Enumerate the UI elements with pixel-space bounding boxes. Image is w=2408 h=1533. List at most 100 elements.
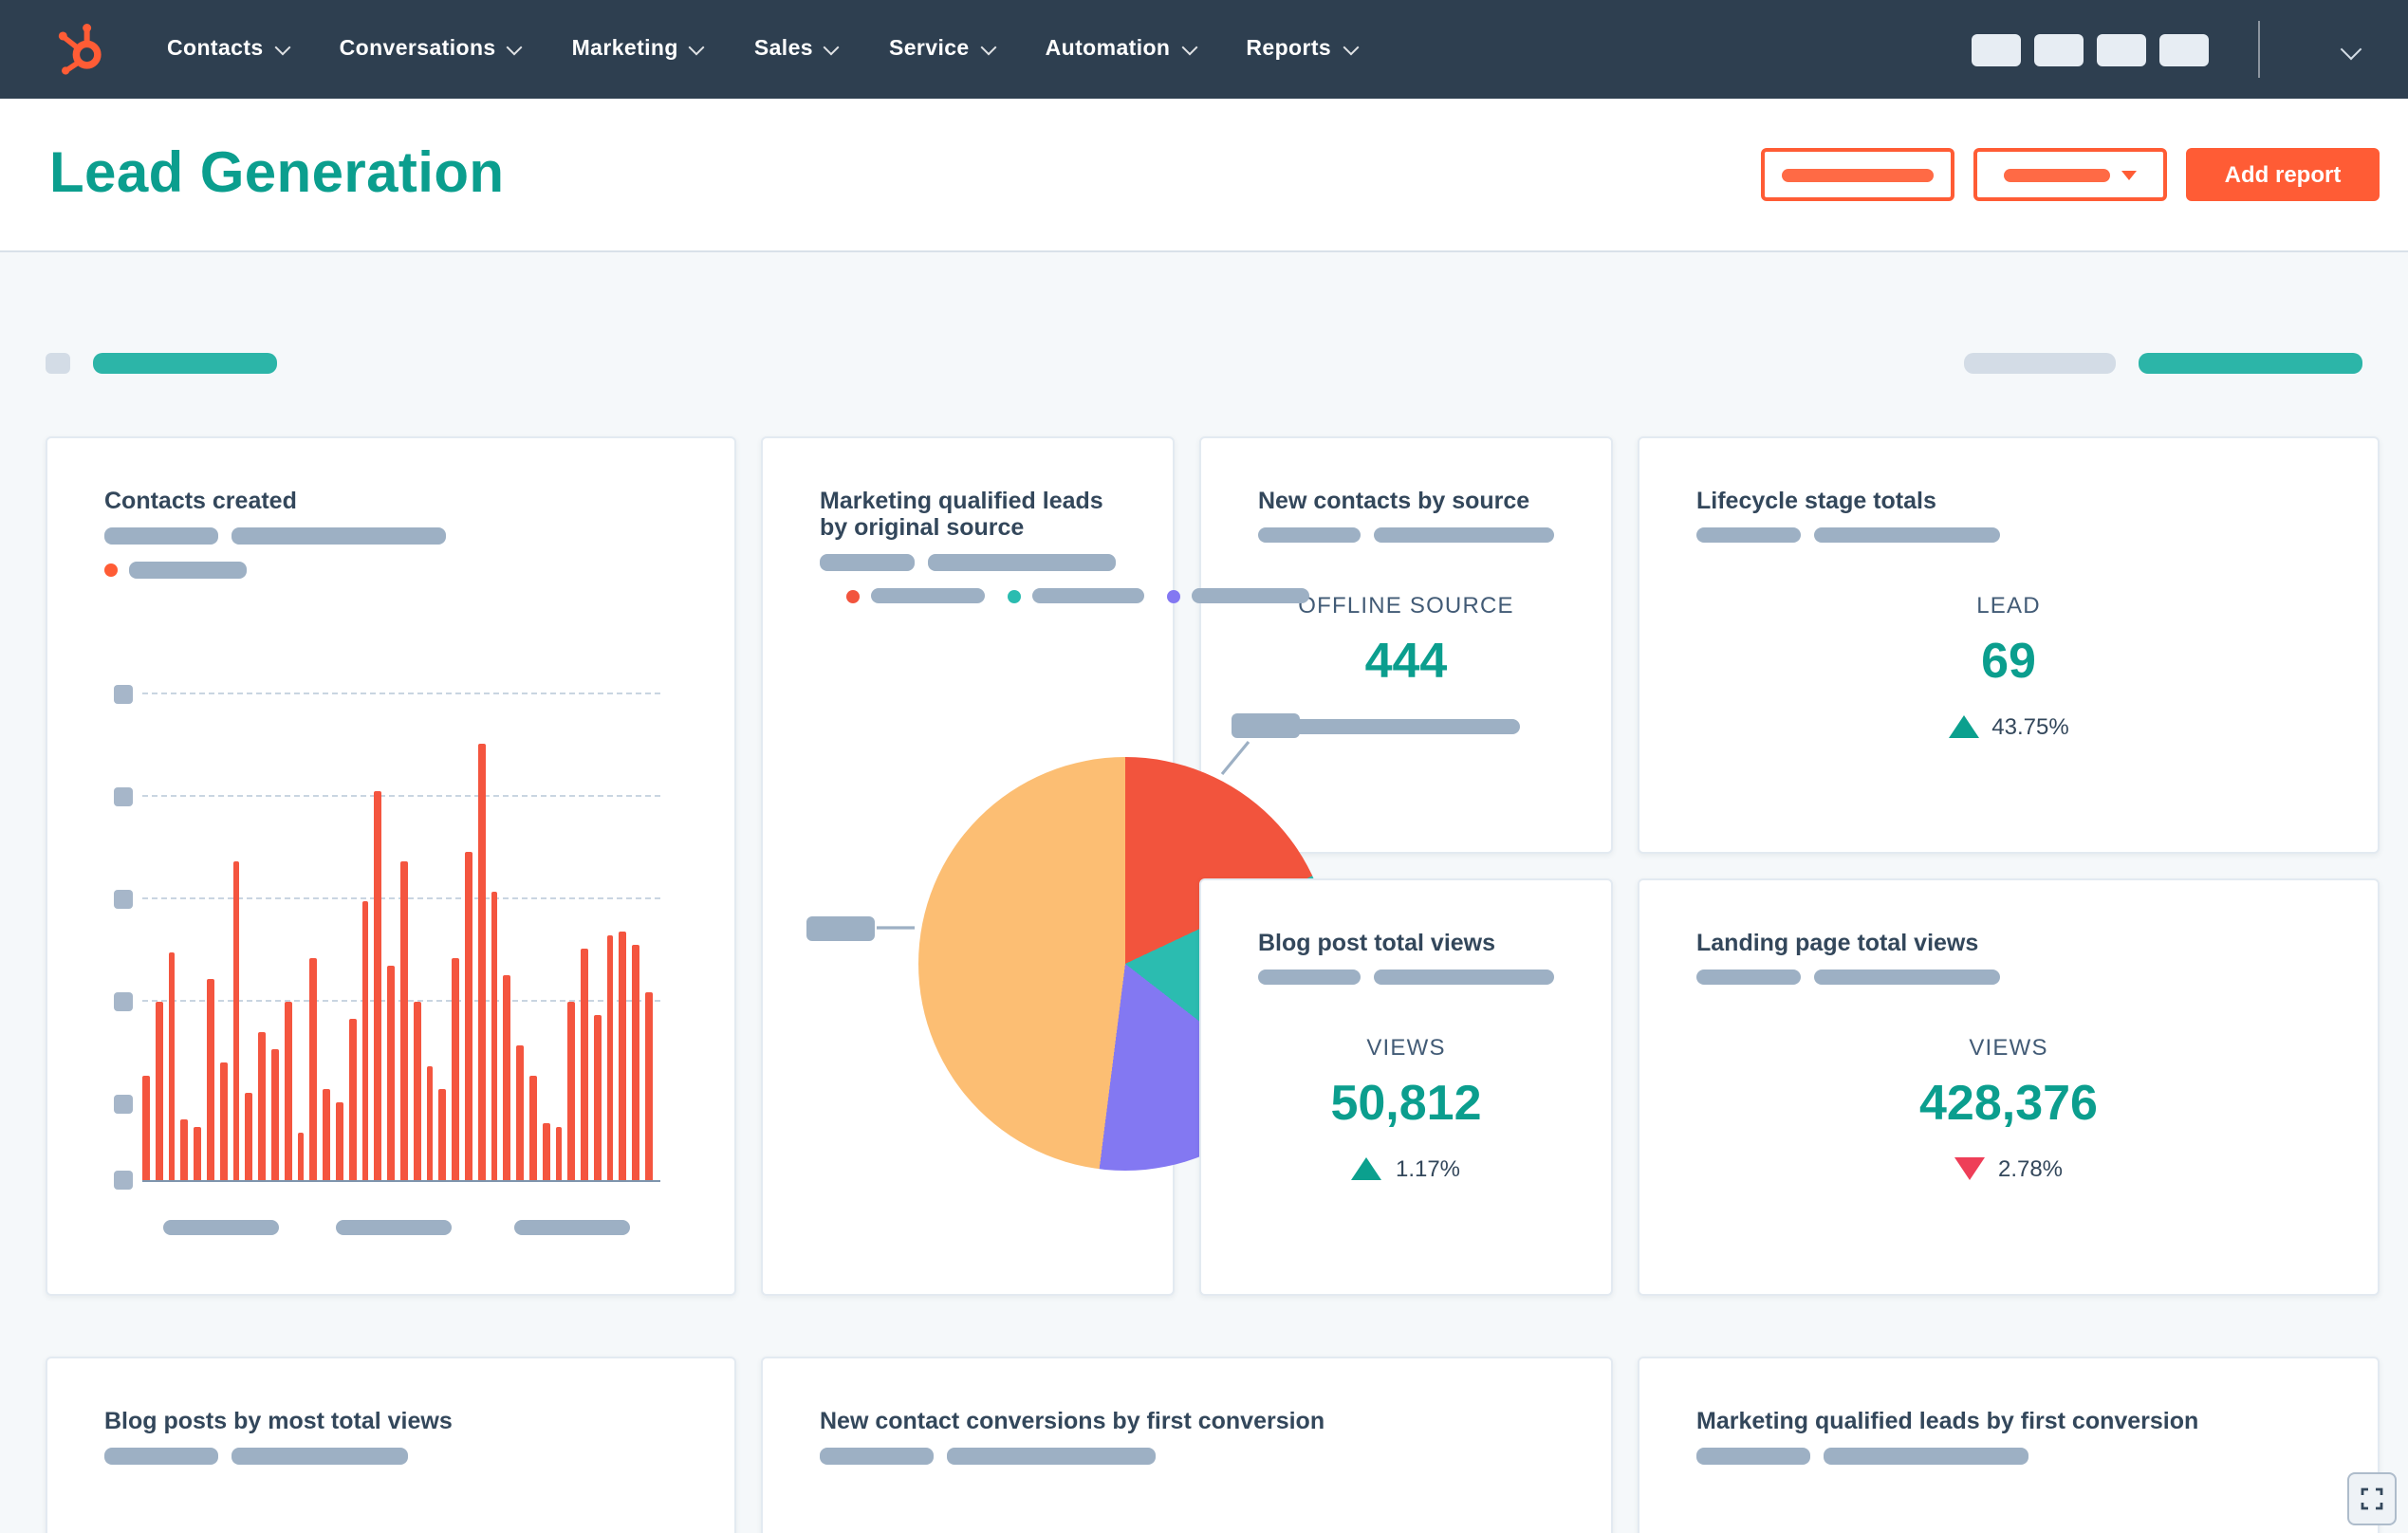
nav-item-reports[interactable]: Reports <box>1246 38 1359 61</box>
screen-capture-icon[interactable] <box>2347 1472 2397 1525</box>
delta-up-icon <box>1948 714 1979 737</box>
page-title: Lead Generation <box>49 142 505 205</box>
bar <box>194 1127 201 1180</box>
metric-body: LEAD 69 43.75% <box>1696 592 2321 739</box>
y-axis-label-placeholder <box>114 992 133 1011</box>
bar <box>645 992 653 1180</box>
bar <box>361 901 369 1180</box>
card-mql-by-original-source: Marketing qualified leads by original so… <box>761 436 1444 1296</box>
filter-icon-placeholder <box>46 353 70 374</box>
pie-callout-placeholder <box>806 916 875 941</box>
nav-icon-placeholder[interactable] <box>1972 33 2021 65</box>
nav-icon-placeholder[interactable] <box>2097 33 2146 65</box>
subtitle-placeholder <box>1824 1448 2028 1465</box>
nav-item-label: Automation <box>1045 38 1171 61</box>
card-title: Marketing qualified leads by original so… <box>820 488 1103 541</box>
bar <box>180 1119 189 1180</box>
legend-placeholder <box>1192 588 1309 603</box>
x-axis-label-placeholder <box>163 1220 279 1235</box>
bar <box>206 979 214 1180</box>
contacts-created-bars <box>142 744 660 1180</box>
bar <box>477 744 486 1180</box>
subtitle-placeholder <box>1814 527 2000 543</box>
bar <box>374 791 382 1180</box>
dashboard-actions-dropdown[interactable] <box>1973 148 2167 201</box>
nav-icon-placeholder[interactable] <box>2159 33 2209 65</box>
metric-body: VIEWS 50,812 1.17% <box>1258 1034 1554 1181</box>
legend-placeholder <box>820 554 916 571</box>
nav-item-label: Reports <box>1246 38 1332 61</box>
card-new-contacts-by-source: New contacts by source OFFLINE SOURCE 44… <box>1199 436 1613 854</box>
delta-value: 1.17% <box>1395 1154 1461 1181</box>
x-axis-label-placeholder <box>514 1220 630 1235</box>
nav-item-contacts[interactable]: Contacts <box>167 38 291 61</box>
nav-item-automation[interactable]: Automation <box>1045 38 1197 61</box>
nav-item-conversations[interactable]: Conversations <box>340 38 524 61</box>
bar <box>309 958 318 1180</box>
delta-value: 43.75% <box>1991 712 2069 739</box>
bar <box>323 1089 330 1180</box>
caret-down-icon <box>2121 170 2137 179</box>
dashboard-content: Contacts created New contacts by source … <box>0 353 2408 1533</box>
bar <box>464 852 472 1180</box>
nav-icon-placeholder[interactable] <box>2034 33 2084 65</box>
bar <box>284 1002 292 1180</box>
bar <box>606 935 614 1180</box>
nav-item-sales[interactable]: Sales <box>754 38 841 61</box>
legend-row <box>846 588 1309 603</box>
chevron-down-icon <box>980 38 997 55</box>
account-chevron-down-icon[interactable] <box>2340 38 2362 61</box>
legend-dot-icon <box>846 589 860 602</box>
x-axis-line <box>142 1180 660 1182</box>
bar <box>270 1049 279 1180</box>
subtitle-placeholder-row <box>104 1448 677 1465</box>
subtitle-placeholder <box>1814 970 2000 985</box>
legend-dot-icon <box>1008 589 1021 602</box>
delta-value: 2.78% <box>1997 1154 2064 1181</box>
chevron-down-icon <box>507 38 524 55</box>
bar <box>142 1076 150 1180</box>
nav-item-marketing[interactable]: Marketing <box>572 38 706 61</box>
nav-utilities <box>1958 21 2378 78</box>
legend-placeholder <box>871 588 985 603</box>
subtitle-placeholder <box>1696 1448 1810 1465</box>
bar <box>555 1127 563 1180</box>
chevron-down-icon <box>1180 38 1197 55</box>
add-report-button[interactable]: Add report <box>2186 148 2380 201</box>
dashboard-filter-button[interactable] <box>1761 148 1954 201</box>
bar <box>503 975 511 1180</box>
dashboard-filter-row <box>46 353 2362 374</box>
bar <box>232 861 240 1180</box>
dashboard-scope-filter[interactable] <box>1964 353 2362 374</box>
subtitle-placeholder <box>820 1448 934 1465</box>
filter-value-placeholder <box>93 353 277 374</box>
legend-item <box>1167 588 1309 603</box>
filter-value-placeholder <box>2139 353 2362 374</box>
legend-placeholder <box>104 527 218 545</box>
nav-item-service[interactable]: Service <box>889 38 997 61</box>
x-axis-label-row <box>104 1220 677 1235</box>
button-label-placeholder <box>2004 168 2110 181</box>
legend-placeholder <box>129 562 247 579</box>
subtitle-placeholder <box>1696 527 1801 543</box>
legend-dot-icon <box>1167 589 1180 602</box>
metric-body: VIEWS 428,376 2.78% <box>1696 1034 2321 1181</box>
subtitle-placeholder <box>232 1448 408 1465</box>
bar <box>542 1123 549 1180</box>
nav-menu: Contacts Conversations Marketing Sales S… <box>167 38 1359 61</box>
metric-footer: 43.75% <box>1696 712 2321 739</box>
bar <box>632 945 640 1180</box>
metric-body: OFFLINE SOURCE 444 <box>1258 592 1554 738</box>
header-actions: Add report <box>1761 148 2380 201</box>
legend-row <box>104 562 677 579</box>
card-contacts-created: Contacts created <box>46 436 736 1296</box>
hubspot-logo-icon[interactable] <box>49 17 114 82</box>
dashboard-name-filter[interactable] <box>46 353 277 374</box>
bar <box>219 1062 228 1180</box>
legend-placeholder <box>232 527 446 545</box>
metric-label: VIEWS <box>1969 1034 2048 1061</box>
metric-footer <box>1258 713 1554 738</box>
metric-label: VIEWS <box>1366 1034 1446 1061</box>
chevron-down-icon <box>689 38 706 55</box>
subtitle-placeholder-row <box>1696 527 2321 543</box>
